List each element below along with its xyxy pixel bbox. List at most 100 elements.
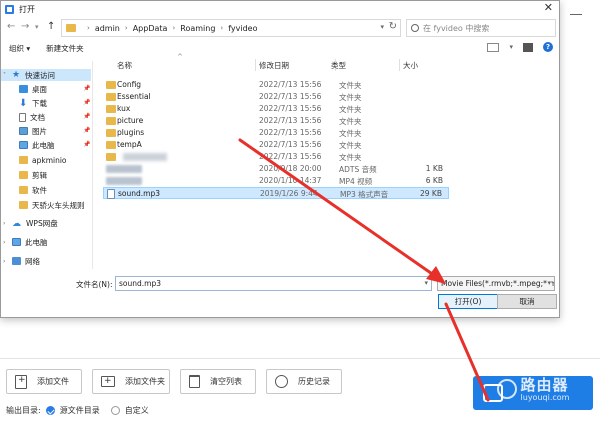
pin-icon[interactable]: 📌 bbox=[83, 141, 90, 148]
organize-button[interactable]: 组织 ▾ bbox=[9, 43, 30, 54]
cloud-icon: ☁ bbox=[12, 219, 21, 229]
nav-this-pc[interactable]: › 此电脑 bbox=[3, 236, 48, 248]
column-divider[interactable] bbox=[255, 59, 256, 71]
nav-documents[interactable]: 文档 bbox=[19, 111, 45, 123]
new-folder-button[interactable]: 新建文件夹 bbox=[46, 43, 84, 54]
back-arrow-icon[interactable]: ← bbox=[7, 21, 15, 32]
column-header-date[interactable]: 修改日期 bbox=[259, 57, 289, 73]
forward-arrow-icon[interactable]: → bbox=[21, 21, 29, 32]
nav-wps-drive[interactable]: › ☁ WPS网盘 bbox=[3, 217, 58, 230]
toolbar-right: ▾ ? bbox=[487, 42, 553, 52]
nav-network[interactable]: › 网络 bbox=[3, 255, 40, 267]
filename-input[interactable]: sound.mp3 ▾ bbox=[115, 276, 432, 291]
file-date: 2022/7/13 15:56 bbox=[259, 116, 322, 125]
file-row[interactable]: 2020/9/18 20:00 ADTS 音频 1 KB bbox=[103, 163, 449, 175]
filename-row: 文件名(N): sound.mp3 ▾ Movie Files(*.rmvb;*… bbox=[1, 275, 559, 293]
refresh-icon[interactable]: ↻ bbox=[389, 21, 397, 32]
file-row-selected[interactable]: sound.mp3 2019/1/26 9:44 MP3 格式声音 29 KB bbox=[103, 187, 449, 199]
pin-icon[interactable]: 📌 bbox=[83, 113, 90, 120]
preview-pane-icon[interactable] bbox=[523, 42, 533, 52]
column-header-size[interactable]: 大小 bbox=[403, 57, 418, 73]
address-row: ← → ▾ ↑ › admin › AppData › Roaming › fy… bbox=[1, 19, 559, 37]
chevron-right-icon: › bbox=[124, 24, 128, 32]
chevron-down-icon[interactable]: ▾ bbox=[509, 43, 513, 51]
nav-folder-3[interactable]: 天骄火车头规则 bbox=[19, 199, 85, 211]
nav-label: 下载 bbox=[32, 98, 47, 108]
cancel-button[interactable]: 取消 bbox=[497, 294, 557, 309]
clear-list-button[interactable]: 清空列表 bbox=[180, 369, 256, 394]
recent-dropdown-icon[interactable]: ▾ bbox=[35, 23, 39, 31]
breadcrumb-item[interactable]: Roaming bbox=[180, 24, 215, 33]
folder-icon bbox=[106, 141, 116, 149]
search-placeholder: 在 fyvideo 中搜索 bbox=[423, 23, 490, 33]
blurred-filename bbox=[123, 153, 167, 161]
nav-apkminio[interactable]: apkminio bbox=[19, 154, 67, 166]
chevron-down-icon[interactable]: ▾ bbox=[547, 277, 551, 290]
file-row[interactable]: picture 2022/7/13 15:56 文件夹 bbox=[103, 115, 449, 127]
expand-icon[interactable]: ˅ bbox=[3, 72, 8, 79]
file-date: 2022/7/13 15:56 bbox=[259, 140, 322, 149]
nav-quick-access[interactable]: ˅ ★ 快速访问 bbox=[1, 69, 91, 81]
file-row[interactable]: 2022/7/13 15:56 文件夹 bbox=[103, 151, 449, 163]
history-button[interactable]: 历史记录 bbox=[266, 369, 342, 394]
folder-icon bbox=[66, 24, 76, 32]
search-input[interactable]: 在 fyvideo 中搜索 bbox=[406, 19, 556, 37]
column-header-name[interactable]: 名称 bbox=[117, 57, 132, 73]
radio-source-dir[interactable] bbox=[45, 406, 55, 415]
desktop-icon bbox=[19, 85, 28, 93]
column-divider[interactable] bbox=[399, 59, 400, 71]
open-file-dialog: 打开 ✕ ← → ▾ ↑ › admin › AppData › Roaming… bbox=[0, 0, 560, 318]
expand-icon[interactable]: › bbox=[3, 220, 8, 227]
nav-label: 文档 bbox=[30, 112, 45, 122]
folder-icon bbox=[19, 186, 28, 194]
nav-label: apkminio bbox=[32, 155, 67, 165]
nav-folder-2[interactable]: 软件 bbox=[19, 184, 47, 196]
file-name: Essential bbox=[117, 92, 151, 101]
close-icon[interactable]: ✕ bbox=[544, 1, 553, 14]
pin-icon[interactable]: 📌 bbox=[83, 127, 90, 134]
filter-value: Movie Files(*.rmvb;*.mpeg;*.mp4; bbox=[441, 279, 554, 288]
custom-label: 自定义 bbox=[124, 406, 149, 415]
expand-icon[interactable]: › bbox=[3, 258, 8, 265]
radio-custom[interactable] bbox=[110, 406, 120, 415]
file-row[interactable]: 2020/1/10 14:37 MP4 视频 6 KB bbox=[103, 175, 449, 187]
folder-icon bbox=[19, 201, 28, 209]
file-row[interactable]: Config 2022/7/13 15:56 文件夹 bbox=[103, 79, 449, 91]
chevron-down-icon[interactable]: ▾ bbox=[380, 23, 384, 31]
breadcrumb-item[interactable]: admin bbox=[95, 24, 120, 33]
folder-icon bbox=[106, 117, 116, 125]
column-header-type[interactable]: 类型 bbox=[331, 57, 346, 73]
add-file-button[interactable]: 添加文件 bbox=[6, 369, 82, 394]
up-arrow-icon[interactable]: ↑ bbox=[47, 21, 55, 32]
folder-icon bbox=[106, 105, 116, 113]
nav-folder-1[interactable]: 剪辑 bbox=[19, 169, 47, 181]
help-icon[interactable]: ? bbox=[543, 42, 553, 52]
file-row[interactable]: kux 2022/7/13 15:56 文件夹 bbox=[103, 103, 449, 115]
file-name: plugins bbox=[117, 128, 145, 137]
breadcrumb-item[interactable]: AppData bbox=[133, 24, 168, 33]
folder-icon bbox=[106, 93, 116, 101]
view-options-icon[interactable] bbox=[487, 42, 500, 52]
nav-desktop[interactable]: 桌面 bbox=[19, 83, 47, 95]
chevron-down-icon[interactable]: ▾ bbox=[424, 277, 428, 290]
expand-icon[interactable]: › bbox=[3, 239, 8, 246]
file-row[interactable]: plugins 2022/7/13 15:56 文件夹 bbox=[103, 127, 449, 139]
pin-icon[interactable]: 📌 bbox=[83, 85, 90, 92]
nav-pictures[interactable]: 图片 bbox=[19, 125, 47, 137]
pin-icon[interactable]: 📌 bbox=[83, 99, 90, 106]
nav-downloads[interactable]: ⬇ 下载 bbox=[19, 97, 47, 109]
open-button[interactable]: 打开(O) bbox=[438, 294, 498, 309]
file-row[interactable]: tempA 2022/7/13 15:56 文件夹 bbox=[103, 139, 449, 151]
file-name: Config bbox=[117, 80, 142, 89]
minimize-icon[interactable] bbox=[570, 14, 582, 15]
add-file-label: 添加文件 bbox=[37, 377, 69, 386]
nav-this-pc-quick[interactable]: 此电脑 bbox=[19, 139, 55, 151]
file-type: ADTS 音频 bbox=[339, 165, 377, 174]
dialog-toolbar: 组织 ▾ 新建文件夹 ▾ ? bbox=[1, 40, 559, 56]
add-folder-button[interactable]: 添加文件夹 bbox=[92, 369, 170, 394]
clock-icon bbox=[275, 375, 288, 388]
file-row[interactable]: Essential 2022/7/13 15:56 文件夹 bbox=[103, 91, 449, 103]
breadcrumb-item[interactable]: fyvideo bbox=[228, 24, 257, 33]
address-bar[interactable]: › admin › AppData › Roaming › fyvideo ▾ … bbox=[61, 19, 401, 37]
file-type-filter[interactable]: Movie Files(*.rmvb;*.mpeg;*.mp4; ▾ bbox=[437, 276, 555, 291]
